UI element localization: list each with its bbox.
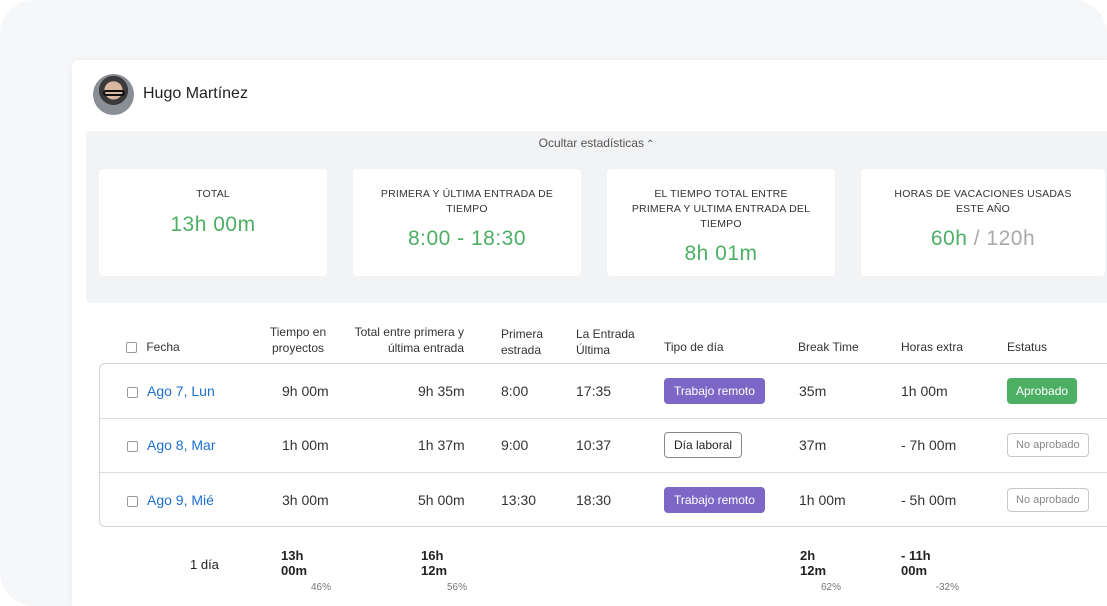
stat-label: EL TIEMPO TOTAL ENTRE PRIMERA Y ULTIMA E… <box>631 188 811 230</box>
row-extra: 1h 00m <box>901 383 948 399</box>
header-estatus: Estatus <box>1007 340 1048 354</box>
row-primera: 8:00 <box>501 383 529 399</box>
vacation-total: 120h <box>986 227 1036 250</box>
stat-label: PRIMERA Y ÚLTIMA ENTRADA DE TIEMPO <box>380 188 554 215</box>
stats-section: Ocultar estadísticas ⌃ TOTAL 13h 00m PRIM… <box>86 131 1107 303</box>
stat-card-total: TOTAL 13h 00m <box>99 169 327 276</box>
toggle-stats-label: Ocultar estadísticas <box>538 136 644 150</box>
stat-value: 8h 01m <box>684 242 758 265</box>
status-badge[interactable]: No aprobado <box>1007 433 1089 457</box>
header-ultima: La Entrada Última <box>576 327 635 357</box>
day-type-badge[interactable]: Día laboral <box>664 432 743 458</box>
row-checkbox[interactable] <box>127 386 138 398</box>
row-date-link[interactable]: Ago 8, Mar <box>147 437 215 453</box>
footer-total-value: 16h 12m <box>421 548 448 578</box>
header-total-entre: Total entre primera y última entrada <box>354 325 464 355</box>
stat-card-time-between: EL TIEMPO TOTAL ENTRE PRIMERA Y ULTIMA E… <box>607 169 835 276</box>
stat-value: 13h 00m <box>170 213 256 236</box>
header-fecha-label: Fecha <box>146 340 180 354</box>
footer-total-pct: 56% <box>446 582 467 593</box>
footer-proyectos: 13h 00m 46% <box>281 548 331 593</box>
row-primera: 9:00 <box>501 437 529 453</box>
row-break: 35m <box>799 383 827 399</box>
user-name: Hugo Martínez <box>143 85 248 102</box>
app-background: Hugo Martínez Ocultar estadísticas ⌃ TOTA… <box>0 0 1107 606</box>
row-ultima: 17:35 <box>576 383 612 399</box>
table-row[interactable]: Ago 9, Mié 3h 00m 5h 00m 13:30 18:30 Tra… <box>100 473 1107 527</box>
row-date-link[interactable]: Ago 7, Lun <box>147 383 215 399</box>
day-type-badge[interactable]: Trabajo remoto <box>664 378 765 404</box>
table-row[interactable]: Ago 7, Lun 9h 00m 9h 35m 8:00 17:35 Trab… <box>100 364 1107 419</box>
header-primera: Primera estrada <box>501 327 544 357</box>
stat-label: HORAS DE VACACIONES USADAS ESTE AÑO <box>894 188 1072 215</box>
select-all-checkbox[interactable] <box>126 342 137 354</box>
toggle-stats-button[interactable]: Ocultar estadísticas ⌃ <box>86 136 1107 150</box>
footer-break: 2h 12m 62% <box>800 548 841 593</box>
double-chevron-up-icon: ⌃ <box>645 139 655 150</box>
footer-proyectos-pct: 46% <box>310 582 331 593</box>
table-row[interactable]: Ago 8, Mar 1h 00m 1h 37m 9:00 10:37 Día … <box>100 418 1107 473</box>
stat-card-vacation: HORAS DE VACACIONES USADAS ESTE AÑO 60h … <box>861 169 1105 276</box>
row-primera: 13:30 <box>501 492 537 508</box>
footer-extra-pct: -32% <box>935 582 959 593</box>
footer-break-value: 2h 12m <box>800 548 827 578</box>
header-extra: Horas extra <box>901 340 964 354</box>
footer-proyectos-value: 13h 00m <box>281 548 308 578</box>
footer-extra-value: - 11h 00m <box>901 548 931 578</box>
row-break: 37m <box>799 437 827 453</box>
footer-extra: - 11h 00m -32% <box>901 548 959 593</box>
row-date-link[interactable]: Ago 9, Mié <box>147 492 214 508</box>
row-break: 1h 00m <box>799 492 846 508</box>
footer-days: 1 día <box>190 557 219 572</box>
vacation-used: 60h <box>930 227 968 250</box>
status-badge[interactable]: Aprobado <box>1007 378 1078 404</box>
row-proyectos: 1h 00m <box>282 437 329 453</box>
row-checkbox[interactable] <box>127 495 138 507</box>
row-ultima: 10:37 <box>576 437 612 453</box>
header-fecha: Fecha <box>126 339 180 355</box>
row-proyectos: 9h 00m <box>282 383 329 399</box>
row-extra: - 5h 00m <box>901 492 957 508</box>
header-tiempo-proyectos: Tiempo en proyectos <box>269 325 327 355</box>
footer-break-pct: 62% <box>820 582 841 593</box>
row-ultima: 18:30 <box>576 492 612 508</box>
row-checkbox[interactable] <box>127 440 138 452</box>
header-tipo: Tipo de día <box>664 340 724 354</box>
vacation-separator: / <box>973 227 981 250</box>
timesheet-panel: Hugo Martínez Ocultar estadísticas ⌃ TOTA… <box>72 60 1107 606</box>
avatar <box>93 73 134 115</box>
status-badge[interactable]: No aprobado <box>1007 488 1089 512</box>
row-total: 5h 00m <box>418 492 465 508</box>
stat-value: 8:00 - 18:30 <box>407 227 527 250</box>
row-proyectos: 3h 00m <box>282 492 329 508</box>
header-break: Break Time <box>798 340 859 354</box>
user-header: Hugo Martínez <box>93 72 248 116</box>
footer-total: 16h 12m 56% <box>421 548 467 593</box>
stat-value: 60h / 120h <box>861 227 1105 251</box>
table-body: Ago 7, Lun 9h 00m 9h 35m 8:00 17:35 Trab… <box>99 363 1107 527</box>
row-total: 1h 37m <box>418 437 465 453</box>
row-total: 9h 35m <box>418 383 465 399</box>
day-type-badge[interactable]: Trabajo remoto <box>664 487 765 513</box>
stat-card-first-last: PRIMERA Y ÚLTIMA ENTRADA DE TIEMPO 8:00 … <box>353 169 581 276</box>
stat-label: TOTAL <box>196 188 230 200</box>
row-extra: - 7h 00m <box>901 437 957 453</box>
